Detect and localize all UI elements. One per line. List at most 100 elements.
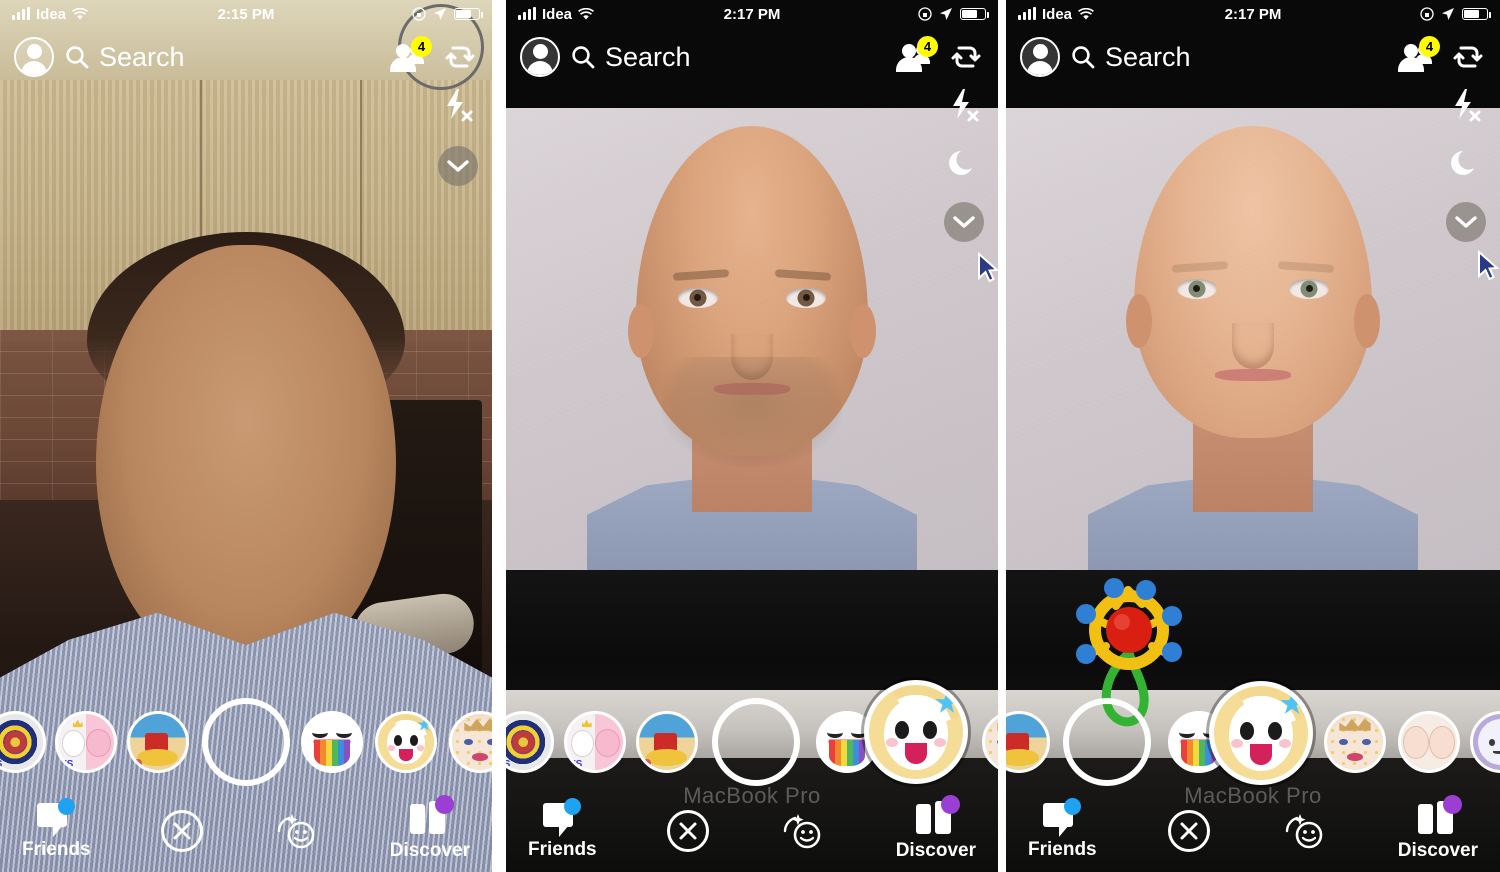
search-input[interactable]: Search bbox=[99, 42, 185, 73]
profile-avatar[interactable] bbox=[14, 37, 54, 77]
lens-carousel[interactable]: VS VS bbox=[506, 680, 998, 788]
flash-off-icon[interactable] bbox=[947, 88, 981, 124]
crowned-face-lens-icon bbox=[452, 714, 492, 770]
location-arrow-icon bbox=[434, 8, 446, 20]
shutter-button[interactable] bbox=[202, 698, 290, 786]
moon-icon[interactable] bbox=[947, 146, 981, 180]
camera-flip-button[interactable] bbox=[442, 39, 478, 75]
lens-smiley-icon bbox=[1281, 811, 1327, 851]
lens-item-crowned-face[interactable] bbox=[1324, 711, 1386, 773]
nav-friends[interactable]: Friends bbox=[528, 798, 597, 861]
chevron-down-icon bbox=[1455, 216, 1477, 228]
chevron-down-icon bbox=[447, 160, 469, 172]
avatar-body-icon bbox=[527, 61, 553, 75]
camera-flip-button[interactable] bbox=[948, 39, 984, 75]
friend-head-primary-icon bbox=[902, 44, 916, 58]
panel-3: MacBook Pro Idea 2:17 PM Search 4 Friend… bbox=[1006, 0, 1500, 872]
status-bar: Idea 2:15 PM bbox=[0, 0, 492, 28]
add-friends-button[interactable]: 4 bbox=[390, 36, 432, 72]
friend-head-primary-icon bbox=[1404, 44, 1418, 58]
treasure-chest-lens-icon bbox=[130, 714, 186, 770]
lens-item-target-vs[interactable]: VS bbox=[0, 711, 46, 773]
status-bar-right bbox=[412, 7, 483, 21]
lens-item-crowned-face[interactable] bbox=[982, 711, 998, 773]
nav-discover[interactable]: Discover bbox=[1398, 795, 1478, 862]
lens-item-pig-vs[interactable]: VS bbox=[55, 711, 117, 773]
collapse-button[interactable] bbox=[438, 146, 478, 186]
flash-off-icon[interactable] bbox=[441, 88, 475, 124]
lens-item-baby-face[interactable] bbox=[375, 711, 437, 773]
nose bbox=[1232, 323, 1274, 369]
search-bar[interactable]: Search bbox=[64, 42, 185, 73]
shutter-button[interactable] bbox=[1063, 698, 1151, 786]
lens-item-twin-faces[interactable] bbox=[1398, 711, 1460, 773]
eye-right bbox=[1289, 278, 1330, 299]
search-icon bbox=[66, 46, 89, 69]
friends-badge: 4 bbox=[1419, 36, 1440, 57]
lens-item-purple-face[interactable] bbox=[1470, 711, 1500, 773]
lens-carousel[interactable]: VS VS bbox=[0, 696, 492, 788]
crowned-face-lens-icon bbox=[985, 714, 998, 770]
profile-avatar[interactable] bbox=[520, 37, 560, 77]
discover-cards-icon bbox=[409, 795, 454, 836]
lens-item-crowned-face[interactable] bbox=[449, 711, 492, 773]
search-input[interactable]: Search bbox=[1105, 42, 1191, 73]
close-button[interactable] bbox=[160, 810, 203, 852]
baby-face-result bbox=[1126, 126, 1380, 438]
lens-item-pig-vs[interactable]: VS bbox=[564, 711, 626, 773]
side-controls bbox=[944, 88, 984, 242]
add-friends-button[interactable]: 4 bbox=[896, 36, 938, 72]
discover-unread-dot bbox=[1442, 795, 1462, 814]
nav-lenses[interactable] bbox=[779, 811, 825, 851]
eyebrow-left bbox=[1171, 261, 1229, 274]
add-friends-button[interactable]: 4 bbox=[1398, 36, 1440, 72]
discover-cards-icon bbox=[1417, 795, 1462, 836]
search-bar[interactable]: Search bbox=[570, 42, 691, 73]
lens-item-baby-face-selected[interactable] bbox=[1209, 681, 1313, 785]
camera-flip-icon bbox=[951, 46, 981, 68]
lens-item-target-vs[interactable]: VS bbox=[506, 711, 554, 773]
nav-discover[interactable]: Discover bbox=[390, 795, 470, 862]
close-button[interactable] bbox=[1167, 810, 1210, 852]
ear-right bbox=[850, 304, 876, 359]
camera-flip-icon bbox=[1453, 46, 1483, 68]
camera-flip-icon bbox=[445, 46, 475, 68]
screenshot-stage: Idea 2:15 PM Search 4 VS Friends Discove… bbox=[0, 0, 1500, 872]
nav-lenses[interactable] bbox=[273, 811, 319, 851]
nav-friends[interactable]: Friends bbox=[1028, 798, 1097, 861]
moon-icon[interactable] bbox=[1449, 146, 1483, 180]
laptop-screen bbox=[1006, 108, 1500, 570]
profile-avatar[interactable] bbox=[1020, 37, 1060, 77]
nav-discover[interactable]: Discover bbox=[896, 795, 976, 862]
bottom-nav: Friends Discover bbox=[506, 790, 998, 872]
lens-item-baby-face-selected[interactable] bbox=[864, 680, 968, 784]
collapse-button[interactable] bbox=[1446, 202, 1486, 242]
panel-1: Idea 2:15 PM Search 4 VS Friends Discove… bbox=[0, 0, 492, 872]
lens-carousel[interactable] bbox=[1006, 681, 1500, 788]
nav-friends-label: Friends bbox=[22, 839, 91, 860]
close-icon bbox=[1180, 822, 1198, 840]
shutter-button[interactable] bbox=[712, 698, 800, 786]
nav-friends-label: Friends bbox=[1028, 839, 1097, 860]
lens-item-rainbow-tongue[interactable] bbox=[301, 711, 363, 773]
ear-left bbox=[628, 304, 654, 359]
search-bar[interactable]: Search bbox=[1070, 42, 1191, 73]
close-button[interactable] bbox=[666, 810, 709, 852]
avatar-body-icon bbox=[1027, 61, 1053, 75]
rainbow-tongue-lens-icon bbox=[304, 714, 360, 770]
search-input[interactable]: Search bbox=[605, 42, 691, 73]
nav-friends[interactable]: Friends bbox=[22, 798, 91, 861]
baby-face-lens-icon bbox=[1214, 686, 1308, 780]
flash-off-icon[interactable] bbox=[1449, 88, 1483, 124]
discover-unread-dot bbox=[940, 795, 960, 814]
camera-flip-button[interactable] bbox=[1450, 39, 1486, 75]
lens-item-treasure-chest[interactable] bbox=[1006, 711, 1050, 773]
nav-lenses[interactable] bbox=[1281, 811, 1327, 851]
purple-face-lens-icon bbox=[1473, 714, 1500, 770]
battery-icon bbox=[1462, 8, 1491, 20]
lens-item-treasure-chest[interactable] bbox=[636, 711, 698, 773]
panel-divider-2 bbox=[998, 0, 1006, 872]
collapse-button[interactable] bbox=[944, 202, 984, 242]
eye-left bbox=[1176, 278, 1217, 299]
lens-item-treasure-chest[interactable] bbox=[127, 711, 189, 773]
